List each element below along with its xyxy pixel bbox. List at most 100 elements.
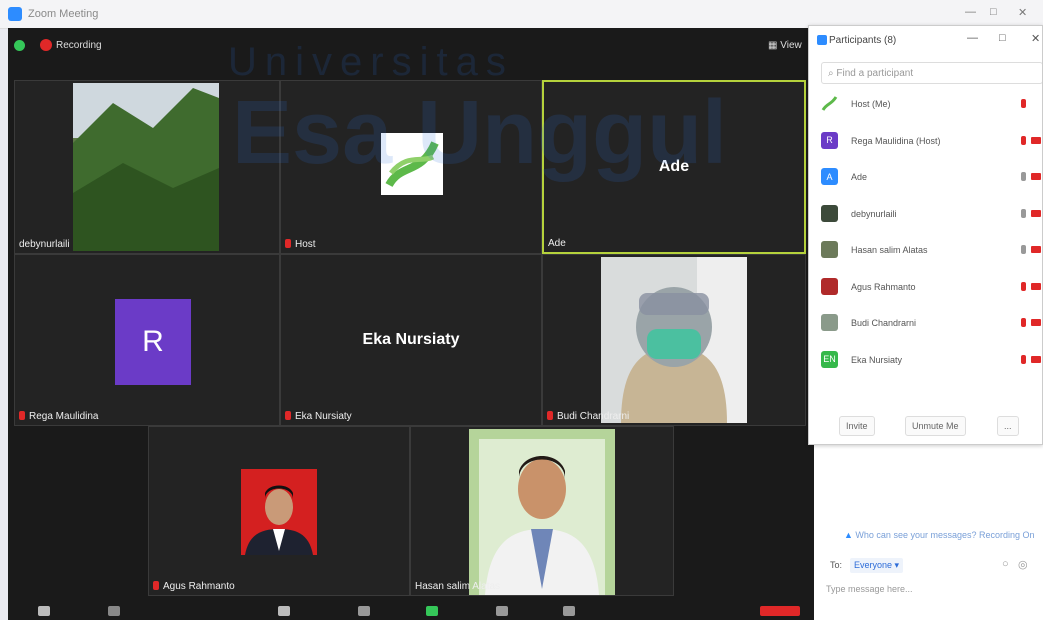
participant-photo-image xyxy=(469,429,615,595)
mic-icon[interactable] xyxy=(1021,172,1026,181)
video-off-icon[interactable] xyxy=(1031,355,1041,363)
participant-name: Eka Nursiaty xyxy=(851,354,903,365)
recording-label[interactable]: Recording xyxy=(56,40,102,51)
chat-message-input[interactable]: Type message here... xyxy=(826,584,913,594)
avatar xyxy=(821,241,838,258)
avatar: R xyxy=(115,299,191,385)
video-off-icon[interactable] xyxy=(1031,136,1041,144)
tile-name: debynurlaili xyxy=(19,239,70,250)
participant-row[interactable]: debynurlaili xyxy=(817,202,1042,226)
recording-bar: Recording ▦ View xyxy=(8,28,814,62)
mic-muted-icon[interactable] xyxy=(1021,135,1026,145)
participant-name: Ade xyxy=(851,172,868,182)
zoom-logo-icon xyxy=(8,7,22,21)
participants-button[interactable] xyxy=(278,606,290,616)
view-button[interactable]: ▦ View xyxy=(768,40,802,51)
minimize-icon[interactable]: — xyxy=(967,32,978,44)
participant-photo-image xyxy=(241,469,317,555)
mic-muted-icon[interactable] xyxy=(1021,99,1026,108)
chat-panel: ▲ Who can see your messages? Recording O… xyxy=(814,520,1043,620)
tile-name: Budi Chandrarni xyxy=(547,411,629,422)
participant-name: debynurlaili xyxy=(851,208,897,219)
shield-icon[interactable] xyxy=(14,40,25,51)
participants-header: Participants (8) — □ ✕ xyxy=(809,26,1042,54)
mic-muted-icon xyxy=(153,581,159,590)
more-options-icon[interactable]: ◎ xyxy=(1018,558,1028,571)
tile-name: Eka Nursiaty xyxy=(285,411,352,422)
mountain-video-image xyxy=(73,83,219,251)
video-off-icon[interactable] xyxy=(1031,319,1041,326)
video-tile-eka[interactable]: Eka Nursiaty Eka Nursiaty xyxy=(280,254,542,426)
close-icon[interactable]: ✕ xyxy=(1018,6,1027,19)
view-button-label: View xyxy=(780,40,802,51)
participant-row[interactable]: Host (Me) xyxy=(817,92,1042,116)
tile-name: Rega Maulidina xyxy=(19,411,99,422)
invite-button[interactable]: Invite xyxy=(839,416,875,436)
chat-button[interactable] xyxy=(358,606,370,616)
video-tile-debynurlaili[interactable]: debynurlaili xyxy=(14,80,280,254)
participant-row[interactable]: R Rega Maulidina (Host) xyxy=(817,129,1042,153)
mic-icon[interactable] xyxy=(1021,245,1026,254)
participant-video-image xyxy=(601,257,747,423)
share-screen-button[interactable] xyxy=(426,606,438,616)
participant-name: Agus Rahmanto xyxy=(851,281,916,292)
record-button[interactable] xyxy=(496,606,508,616)
more-button[interactable]: ... xyxy=(997,416,1019,436)
video-tile-host[interactable]: Host xyxy=(280,80,542,254)
participant-row[interactable]: Agus Rahmanto xyxy=(817,275,1042,299)
avatar: EN xyxy=(821,350,838,368)
tile-name: Hasan salim Alatas xyxy=(415,581,501,592)
maximize-icon[interactable]: □ xyxy=(990,6,997,18)
participants-footer: Invite Unmute Me ... xyxy=(809,416,1042,444)
maximize-icon[interactable]: □ xyxy=(999,32,1006,44)
window-title: Zoom Meeting xyxy=(28,8,99,20)
video-off-icon[interactable] xyxy=(1031,246,1041,253)
chat-recipient-select[interactable]: Everyone ▾ xyxy=(850,558,904,573)
video-off-icon[interactable] xyxy=(1031,173,1041,180)
video-tile-ade[interactable]: Ade Ade xyxy=(542,80,806,254)
mic-muted-icon[interactable] xyxy=(1021,281,1026,291)
mic-muted-icon[interactable] xyxy=(1021,318,1026,327)
tile-name: Agus Rahmanto xyxy=(153,581,235,592)
unmute-me-button[interactable]: Unmute Me xyxy=(905,416,966,436)
tile-display-name: Eka Nursiaty xyxy=(362,331,460,348)
reactions-button[interactable] xyxy=(563,606,575,616)
stop-video-button[interactable] xyxy=(108,606,120,616)
participant-row[interactable]: Hasan salim Alatas xyxy=(817,238,1042,262)
participant-row[interactable]: EN Eka Nursiaty xyxy=(817,348,1042,372)
avatar: R xyxy=(821,131,838,149)
mic-muted-icon[interactable] xyxy=(1021,354,1026,364)
mic-muted-icon xyxy=(19,411,25,420)
participant-name: Host (Me) xyxy=(851,99,891,109)
chevron-down-icon: ▾ xyxy=(894,560,900,570)
video-tile-hasan[interactable]: Hasan salim Alatas xyxy=(410,426,674,596)
participants-title: Participants (8) xyxy=(829,35,897,46)
participant-search-input[interactable]: ⌕ Find a participant xyxy=(821,62,1042,84)
mic-muted-icon xyxy=(285,411,291,420)
close-icon[interactable]: ✕ xyxy=(1031,32,1040,45)
participant-name: Rega Maulidina (Host) xyxy=(851,135,941,146)
mute-button[interactable] xyxy=(38,606,50,616)
chat-visibility-info[interactable]: ▲ Who can see your messages? Recording O… xyxy=(844,530,1035,540)
avatar xyxy=(821,95,838,112)
participants-panel: Participants (8) — □ ✕ ⌕ Find a particip… xyxy=(808,25,1043,445)
video-tile-rega[interactable]: R Rega Maulidina xyxy=(14,254,280,426)
file-icon[interactable]: ○ xyxy=(1002,558,1009,570)
minimize-icon[interactable]: — xyxy=(965,6,976,18)
participant-row[interactable]: A Ade xyxy=(817,165,1042,189)
video-off-icon[interactable] xyxy=(1031,209,1041,217)
search-placeholder: Find a participant xyxy=(836,68,914,79)
end-meeting-button[interactable] xyxy=(760,606,800,616)
meeting-toolbar xyxy=(8,602,814,620)
chat-to-label: To: xyxy=(830,560,843,570)
avatar xyxy=(821,314,838,331)
mic-icon[interactable] xyxy=(1021,208,1026,218)
avatar: A xyxy=(821,168,838,185)
meeting-area: Recording ▦ View debynurlaili Host Ade A… xyxy=(8,28,814,620)
video-tile-agus[interactable]: Agus Rahmanto xyxy=(148,426,410,596)
participant-row[interactable]: Budi Chandrarni xyxy=(817,311,1042,335)
video-off-icon[interactable] xyxy=(1031,282,1041,290)
tile-display-name: Ade xyxy=(658,158,690,175)
video-tile-budi[interactable]: Budi Chandrarni xyxy=(542,254,806,426)
mic-muted-icon xyxy=(547,411,553,420)
